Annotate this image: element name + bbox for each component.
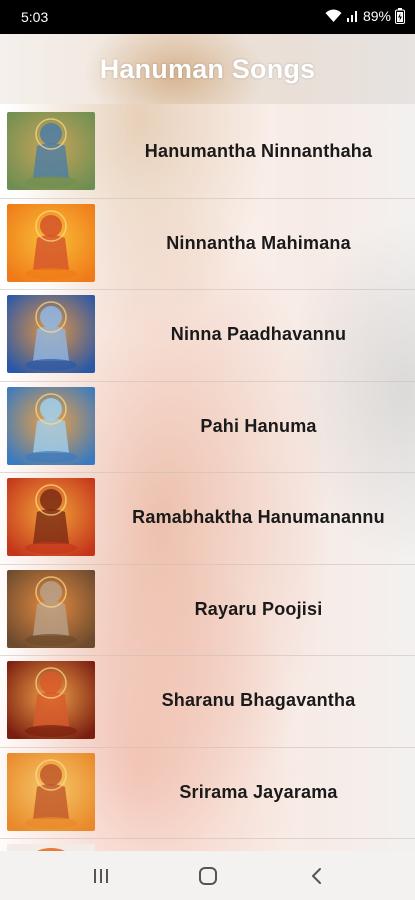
song-list[interactable]: Hanumantha Ninnanthaha Ninnantha Mahimana… [0, 107, 415, 851]
back-icon[interactable] [303, 863, 331, 889]
song-title: Hanumantha Ninnanthaha [144, 141, 373, 161]
navigation-bar [0, 851, 415, 900]
status-icons: 89% [325, 8, 405, 24]
song-list-item[interactable]: Ninna Paadhavannu [0, 290, 415, 382]
song-thumbnail [7, 295, 95, 373]
status-bar: 5:03 89% [0, 0, 415, 34]
song-title: Rayaru Poojisi [194, 598, 323, 619]
battery-icon [395, 8, 405, 24]
song-thumbnail [7, 112, 95, 190]
song-list-item[interactable]: Srirama Jayarama [0, 748, 415, 839]
song-thumbnail [7, 752, 95, 831]
wifi-icon [325, 9, 342, 23]
song-thumbnail [7, 203, 95, 282]
song-thumbnail [7, 478, 95, 556]
song-list-item[interactable]: Rayaru Poojisi [0, 565, 415, 656]
song-title: Ninna Paadhavannu [170, 324, 347, 344]
song-list-item[interactable]: Hanumantha Ninnanthaha [0, 107, 415, 199]
song-thumbnail [7, 844, 95, 851]
song-title: Pahi Hanuma [200, 415, 317, 436]
battery-percentage: 89% [362, 8, 391, 24]
song-thumbnail [7, 569, 95, 648]
song-list-item[interactable]: Ninnantha Mahimana [0, 199, 415, 290]
song-list-item[interactable]: Pahi Hanuma [0, 382, 415, 473]
song-title: Srirama Jayarama [179, 781, 338, 802]
song-title: Ninnantha Mahimana [166, 232, 351, 253]
song-list-item[interactable]: Ramabhaktha Hanumanannu [0, 473, 415, 565]
song-thumbnail [7, 386, 95, 465]
song-title: Ramabhaktha Hanumanannu [132, 507, 385, 527]
song-title: Sharanu Bhagavantha [161, 690, 356, 710]
home-icon[interactable] [194, 863, 222, 889]
status-time: 5:03 [21, 9, 49, 25]
song-thumbnail [7, 661, 95, 739]
app-title: Hanuman Songs [99, 53, 316, 84]
signal-icon [346, 9, 359, 23]
song-list-item-partial[interactable] [0, 839, 415, 851]
app-bar: Hanuman Songs [0, 34, 415, 104]
recent-apps-icon[interactable] [87, 863, 115, 889]
song-list-item[interactable]: Sharanu Bhagavantha [0, 656, 415, 748]
